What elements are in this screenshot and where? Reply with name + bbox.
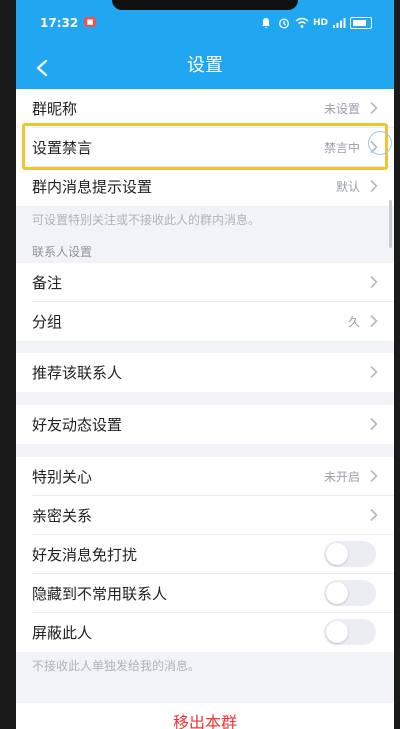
status-icons: HD: [259, 15, 372, 31]
special-care-value: 未开启: [323, 470, 360, 484]
chevron-right-icon: [370, 140, 378, 154]
notification-badge-icon: ■: [84, 17, 96, 27]
group-nickname-value: 未设置: [323, 102, 360, 116]
remark-label: 备注: [32, 274, 63, 292]
set-mute-label: 设置禁言: [32, 139, 93, 157]
toggle-knob: [326, 621, 348, 643]
chevron-right-icon: [370, 314, 378, 328]
chevron-right-icon: [370, 469, 378, 483]
do-not-disturb-toggle[interactable]: [324, 541, 376, 567]
hide-contact-label: 隐藏到不常用联系人: [32, 585, 168, 603]
block-contact-hint: 不接收此人单独发给我的消息。: [32, 659, 201, 673]
network-label: HD: [312, 18, 328, 28]
wifi-icon: [295, 16, 309, 30]
chevron-right-icon: [370, 417, 378, 431]
set-mute-value: 禁言中: [323, 141, 360, 155]
intimacy-label: 亲密关系: [32, 507, 93, 525]
group-message-hint: 可设置特别关注或不接收此人的群内消息。: [32, 213, 261, 227]
row-intimacy[interactable]: 亲密关系: [16, 496, 394, 535]
section-header-contact: 联系人设置: [32, 245, 93, 259]
alarm-icon: [277, 16, 291, 30]
title-bar: 设置: [16, 44, 394, 90]
row-hide-contact: 隐藏到不常用联系人: [16, 574, 394, 613]
do-not-disturb-label: 好友消息免打扰: [32, 546, 138, 564]
group-message-setting-value: 默认: [335, 180, 360, 194]
chevron-right-icon: [370, 365, 378, 379]
group-category-label: 分组: [32, 313, 63, 331]
group-nickname-label: 群昵称: [32, 100, 78, 118]
status-bar: 17:32 ■ HD: [16, 0, 394, 44]
block-contact-label: 屏蔽此人: [32, 624, 93, 642]
row-recommend-contact[interactable]: 推荐该联系人: [16, 353, 394, 392]
chevron-right-icon: [370, 179, 378, 193]
toggle-knob: [326, 543, 348, 565]
row-set-mute[interactable]: 设置禁言 禁言中: [16, 128, 394, 167]
page-title: 设置: [187, 55, 223, 76]
row-block-contact: 屏蔽此人: [16, 613, 394, 652]
signal-icon: [332, 16, 346, 30]
chevron-right-icon: [370, 508, 378, 522]
row-remark[interactable]: 备注: [16, 263, 394, 302]
row-group-message-setting[interactable]: 群内消息提示设置 默认: [16, 167, 394, 206]
group-message-setting-label: 群内消息提示设置: [32, 178, 153, 196]
toggle-knob: [326, 582, 348, 604]
row-friend-feed-settings[interactable]: 好友动态设置: [16, 405, 394, 444]
row-group-nickname[interactable]: 群昵称 未设置: [16, 89, 394, 128]
special-care-label: 特别关心: [32, 468, 93, 486]
bell-icon: [259, 16, 273, 30]
chevron-right-icon: [370, 101, 378, 115]
remove-from-group-button[interactable]: 移出本群: [16, 703, 394, 729]
status-time: 17:32: [40, 16, 79, 30]
row-do-not-disturb: 好友消息免打扰: [16, 535, 394, 574]
group-category-value: 久: [347, 315, 360, 329]
row-group-category[interactable]: 分组 久: [16, 302, 394, 341]
hide-contact-toggle[interactable]: [324, 580, 376, 606]
battery-icon: [350, 17, 372, 29]
chevron-right-icon: [370, 275, 378, 289]
block-contact-toggle[interactable]: [324, 619, 376, 645]
remove-from-group-label: 移出本群: [172, 713, 237, 729]
phone-screen: 17:32 ■ HD 设置 群昵称 未设置 设置禁言 禁言中 群内消息提示设置 …: [16, 0, 394, 729]
scrollbar[interactable]: [389, 200, 392, 248]
recommend-contact-label: 推荐该联系人: [32, 364, 123, 382]
friend-feed-settings-label: 好友动态设置: [32, 416, 123, 434]
row-special-care[interactable]: 特别关心 未开启: [16, 457, 394, 496]
